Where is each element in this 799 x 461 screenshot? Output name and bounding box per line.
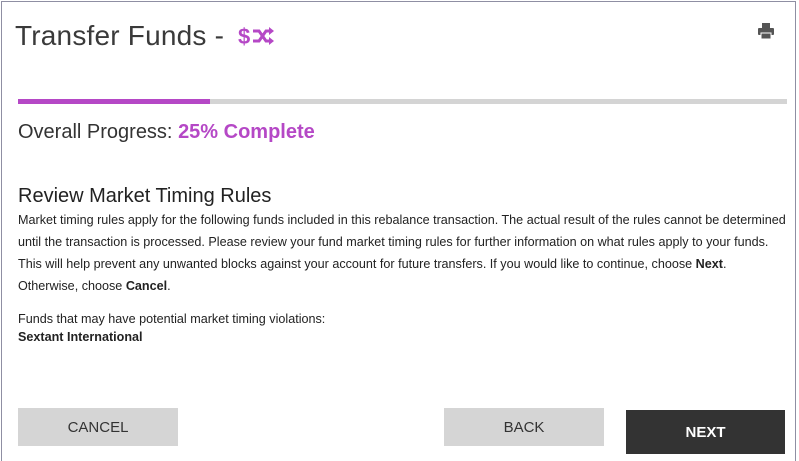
dollar-shuffle-icon: $ — [238, 23, 275, 55]
printer-icon[interactable] — [757, 22, 775, 40]
funds-violation-label: Funds that may have potential market tim… — [18, 312, 326, 326]
fund-name: Sextant International — [18, 330, 143, 344]
description-text: Market timing rules apply for the follow… — [18, 213, 786, 271]
progress-label: Overall Progress: — [18, 121, 173, 143]
cancel-emphasis: Cancel — [125, 279, 168, 293]
back-button[interactable]: BACK — [444, 408, 604, 446]
page-title: Transfer Funds - $ — [15, 20, 275, 55]
progress-bar-fill — [18, 99, 211, 104]
market-timing-description: Market timing rules apply for the follow… — [18, 209, 788, 297]
cancel-button[interactable]: CANCEL — [18, 408, 178, 446]
section-heading: Review Market Timing Rules — [18, 185, 272, 207]
progress-percent: 25% Complete — [178, 121, 315, 143]
next-button[interactable]: NEXT — [626, 410, 785, 454]
next-emphasis: Next — [695, 257, 723, 271]
transfer-funds-panel: Transfer Funds - $ Overall Progress: 25%… — [1, 1, 796, 461]
progress-status: Overall Progress: 25% Complete — [18, 121, 315, 144]
progress-bar — [18, 99, 787, 104]
svg-text:$: $ — [238, 24, 250, 48]
period-text: . — [167, 279, 171, 293]
page-title-text: Transfer Funds - — [15, 20, 225, 51]
